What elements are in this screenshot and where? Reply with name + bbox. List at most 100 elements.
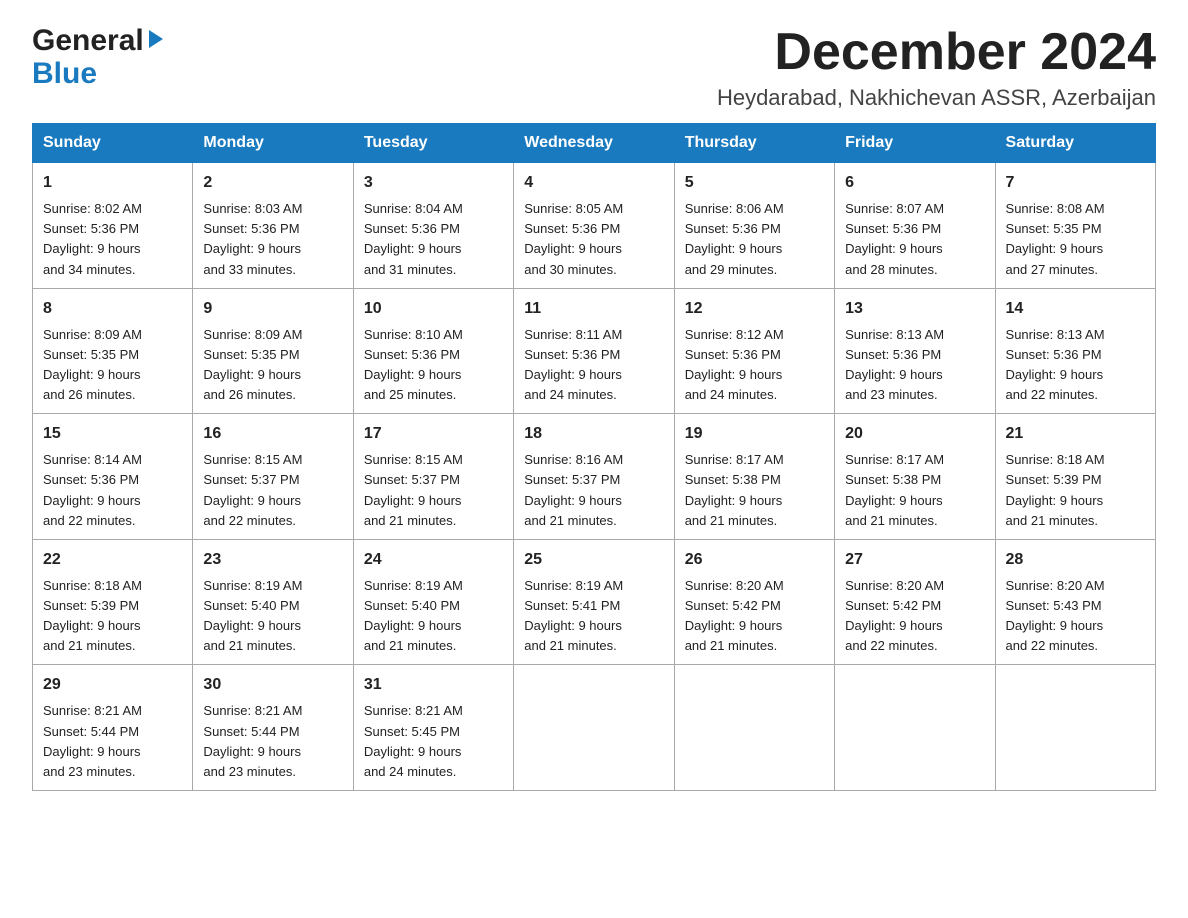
calendar-day-29: 29 Sunrise: 8:21 AMSunset: 5:44 PMDayligh…	[33, 665, 193, 791]
page-title: December 2024	[717, 24, 1156, 81]
calendar-day-7: 7 Sunrise: 8:08 AMSunset: 5:35 PMDaylight…	[995, 163, 1155, 289]
day-number: 6	[845, 171, 984, 195]
day-number: 28	[1006, 548, 1145, 572]
day-info: Sunrise: 8:09 AMSunset: 5:35 PMDaylight:…	[203, 327, 302, 402]
calendar-day-6: 6 Sunrise: 8:07 AMSunset: 5:36 PMDaylight…	[835, 163, 995, 289]
calendar-empty	[835, 665, 995, 791]
day-number: 4	[524, 171, 663, 195]
title-block: December 2024 Heydarabad, Nakhichevan AS…	[717, 24, 1156, 111]
calendar-day-24: 24 Sunrise: 8:19 AMSunset: 5:40 PMDayligh…	[353, 539, 513, 665]
calendar-day-2: 2 Sunrise: 8:03 AMSunset: 5:36 PMDaylight…	[193, 163, 353, 289]
day-info: Sunrise: 8:18 AMSunset: 5:39 PMDaylight:…	[1006, 452, 1105, 527]
day-info: Sunrise: 8:21 AMSunset: 5:44 PMDaylight:…	[43, 703, 142, 778]
day-info: Sunrise: 8:06 AMSunset: 5:36 PMDaylight:…	[685, 201, 784, 276]
day-number: 31	[364, 673, 503, 697]
calendar-day-22: 22 Sunrise: 8:18 AMSunset: 5:39 PMDayligh…	[33, 539, 193, 665]
day-info: Sunrise: 8:21 AMSunset: 5:45 PMDaylight:…	[364, 703, 463, 778]
day-info: Sunrise: 8:20 AMSunset: 5:42 PMDaylight:…	[685, 578, 784, 653]
calendar-empty	[995, 665, 1155, 791]
header-monday: Monday	[193, 124, 353, 163]
logo: General Blue	[32, 24, 165, 90]
calendar-day-14: 14 Sunrise: 8:13 AMSunset: 5:36 PMDayligh…	[995, 288, 1155, 414]
header-wednesday: Wednesday	[514, 124, 674, 163]
calendar-day-17: 17Sunrise: 8:15 AMSunset: 5:37 PMDayligh…	[353, 414, 513, 540]
day-number: 17	[364, 422, 503, 446]
day-number: 25	[524, 548, 663, 572]
day-number: 18	[524, 422, 663, 446]
day-info: Sunrise: 8:04 AMSunset: 5:36 PMDaylight:…	[364, 201, 463, 276]
day-number: 11	[524, 297, 663, 321]
calendar-day-26: 26 Sunrise: 8:20 AMSunset: 5:42 PMDayligh…	[674, 539, 834, 665]
day-number: 15	[43, 422, 182, 446]
day-info: Sunrise: 8:07 AMSunset: 5:36 PMDaylight:…	[845, 201, 944, 276]
calendar-week-3: 15 Sunrise: 8:14 AMSunset: 5:36 PMDayligh…	[33, 414, 1156, 540]
calendar-header-row: SundayMondayTuesdayWednesdayThursdayFrid…	[33, 124, 1156, 163]
day-info: Sunrise: 8:19 AMSunset: 5:40 PMDaylight:…	[364, 578, 463, 653]
page-header: General Blue December 2024 Heydarabad, N…	[32, 24, 1156, 111]
header-friday: Friday	[835, 124, 995, 163]
calendar-week-4: 22 Sunrise: 8:18 AMSunset: 5:39 PMDayligh…	[33, 539, 1156, 665]
day-number: 29	[43, 673, 182, 697]
day-info: Sunrise: 8:13 AMSunset: 5:36 PMDaylight:…	[845, 327, 944, 402]
header-thursday: Thursday	[674, 124, 834, 163]
calendar-week-2: 8Sunrise: 8:09 AMSunset: 5:35 PMDaylight…	[33, 288, 1156, 414]
calendar-day-30: 30Sunrise: 8:21 AMSunset: 5:44 PMDayligh…	[193, 665, 353, 791]
day-info: Sunrise: 8:09 AMSunset: 5:35 PMDaylight:…	[43, 327, 142, 402]
day-number: 12	[685, 297, 824, 321]
header-sunday: Sunday	[33, 124, 193, 163]
day-info: Sunrise: 8:11 AMSunset: 5:36 PMDaylight:…	[524, 327, 622, 402]
calendar-table: SundayMondayTuesdayWednesdayThursdayFrid…	[32, 123, 1156, 791]
day-info: Sunrise: 8:16 AMSunset: 5:37 PMDaylight:…	[524, 452, 623, 527]
day-info: Sunrise: 8:13 AMSunset: 5:36 PMDaylight:…	[1006, 327, 1105, 402]
calendar-empty	[674, 665, 834, 791]
day-info: Sunrise: 8:08 AMSunset: 5:35 PMDaylight:…	[1006, 201, 1105, 276]
day-info: Sunrise: 8:17 AMSunset: 5:38 PMDaylight:…	[845, 452, 944, 527]
day-number: 27	[845, 548, 984, 572]
day-number: 26	[685, 548, 824, 572]
day-info: Sunrise: 8:19 AMSunset: 5:40 PMDaylight:…	[203, 578, 302, 653]
logo-general: General	[32, 24, 144, 57]
day-number: 13	[845, 297, 984, 321]
calendar-day-10: 10Sunrise: 8:10 AMSunset: 5:36 PMDayligh…	[353, 288, 513, 414]
day-info: Sunrise: 8:14 AMSunset: 5:36 PMDaylight:…	[43, 452, 142, 527]
day-number: 21	[1006, 422, 1145, 446]
calendar-day-4: 4 Sunrise: 8:05 AMSunset: 5:36 PMDaylight…	[514, 163, 674, 289]
calendar-day-19: 19 Sunrise: 8:17 AMSunset: 5:38 PMDayligh…	[674, 414, 834, 540]
calendar-day-28: 28 Sunrise: 8:20 AMSunset: 5:43 PMDayligh…	[995, 539, 1155, 665]
calendar-day-13: 13 Sunrise: 8:13 AMSunset: 5:36 PMDayligh…	[835, 288, 995, 414]
calendar-day-15: 15 Sunrise: 8:14 AMSunset: 5:36 PMDayligh…	[33, 414, 193, 540]
day-number: 20	[845, 422, 984, 446]
day-info: Sunrise: 8:15 AMSunset: 5:37 PMDaylight:…	[203, 452, 302, 527]
day-info: Sunrise: 8:20 AMSunset: 5:43 PMDaylight:…	[1006, 578, 1105, 653]
calendar-day-1: 1Sunrise: 8:02 AMSunset: 5:36 PMDaylight…	[33, 163, 193, 289]
day-number: 5	[685, 171, 824, 195]
header-tuesday: Tuesday	[353, 124, 513, 163]
day-number: 2	[203, 171, 342, 195]
day-number: 23	[203, 548, 342, 572]
calendar-empty	[514, 665, 674, 791]
day-number: 14	[1006, 297, 1145, 321]
calendar-day-25: 25Sunrise: 8:19 AMSunset: 5:41 PMDayligh…	[514, 539, 674, 665]
day-info: Sunrise: 8:10 AMSunset: 5:36 PMDaylight:…	[364, 327, 463, 402]
calendar-day-5: 5 Sunrise: 8:06 AMSunset: 5:36 PMDaylight…	[674, 163, 834, 289]
calendar-day-12: 12 Sunrise: 8:12 AMSunset: 5:36 PMDayligh…	[674, 288, 834, 414]
day-info: Sunrise: 8:05 AMSunset: 5:36 PMDaylight:…	[524, 201, 623, 276]
day-info: Sunrise: 8:02 AMSunset: 5:36 PMDaylight:…	[43, 201, 142, 276]
calendar-day-9: 9 Sunrise: 8:09 AMSunset: 5:35 PMDaylight…	[193, 288, 353, 414]
calendar-day-23: 23 Sunrise: 8:19 AMSunset: 5:40 PMDayligh…	[193, 539, 353, 665]
day-info: Sunrise: 8:03 AMSunset: 5:36 PMDaylight:…	[203, 201, 302, 276]
day-number: 19	[685, 422, 824, 446]
calendar-day-20: 20 Sunrise: 8:17 AMSunset: 5:38 PMDayligh…	[835, 414, 995, 540]
day-number: 24	[364, 548, 503, 572]
day-info: Sunrise: 8:20 AMSunset: 5:42 PMDaylight:…	[845, 578, 944, 653]
calendar-week-5: 29 Sunrise: 8:21 AMSunset: 5:44 PMDayligh…	[33, 665, 1156, 791]
day-info: Sunrise: 8:18 AMSunset: 5:39 PMDaylight:…	[43, 578, 142, 653]
logo-arrow-icon	[147, 28, 165, 55]
day-info: Sunrise: 8:17 AMSunset: 5:38 PMDaylight:…	[685, 452, 784, 527]
calendar-day-16: 16Sunrise: 8:15 AMSunset: 5:37 PMDayligh…	[193, 414, 353, 540]
day-number: 22	[43, 548, 182, 572]
day-info: Sunrise: 8:12 AMSunset: 5:36 PMDaylight:…	[685, 327, 784, 402]
day-number: 9	[203, 297, 342, 321]
day-info: Sunrise: 8:21 AMSunset: 5:44 PMDaylight:…	[203, 703, 302, 778]
day-number: 7	[1006, 171, 1145, 195]
